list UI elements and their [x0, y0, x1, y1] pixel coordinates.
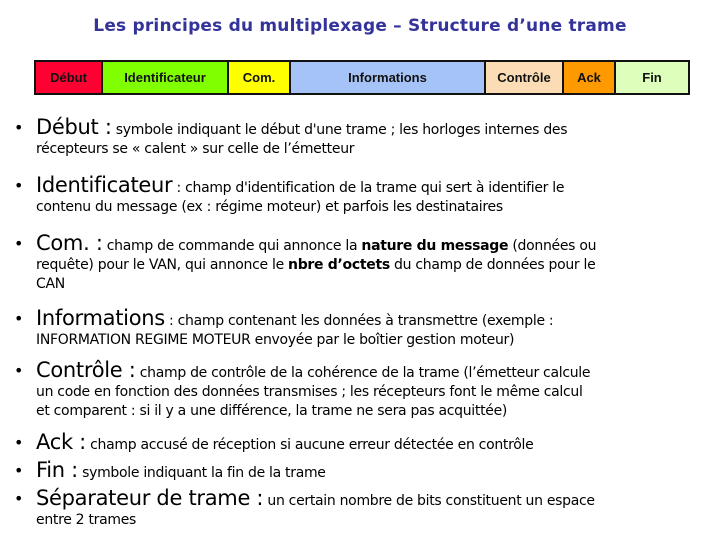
frame-segment-ack: Ack — [564, 62, 616, 93]
description-continued: CAN — [36, 276, 65, 292]
description: champ de contrôle de la cohérence de la … — [135, 365, 591, 381]
term: Ack : — [36, 430, 86, 454]
definition-list: • Début : symbole indiquant le début d'u… — [14, 114, 714, 530]
term: Séparateur de trame : — [36, 486, 264, 510]
term: Com. : — [36, 231, 103, 255]
description-continued: contenu du message (ex : régime moteur) … — [36, 199, 503, 215]
description: un certain nombre de bits constituent un… — [263, 493, 595, 509]
description: champ de commande qui annonce la — [102, 238, 362, 254]
frame-segment-fin: Fin — [616, 62, 688, 93]
term: Identificateur — [36, 173, 173, 197]
list-item-identificateur: • Identificateur : champ d'identificatio… — [14, 172, 714, 230]
description-continued: et comparent : si il y a une différence,… — [36, 403, 508, 419]
frame-segment-com: Com. — [229, 62, 291, 93]
frame-segment-identificateur: Identificateur — [103, 62, 229, 93]
term: Fin : — [36, 458, 78, 482]
bullet-icon: • — [14, 433, 24, 452]
bullet-icon: • — [14, 309, 24, 328]
description-continued: INFORMATION REGIME MOTEUR envoyée par le… — [36, 332, 515, 348]
description-continued: entre 2 trames — [36, 512, 137, 528]
list-item-ack: • Ack : champ accusé de réception si auc… — [14, 429, 714, 457]
description: : champ d'identification de la trame qui… — [172, 180, 565, 196]
description: : champ contenant les données à transmet… — [164, 313, 554, 329]
frame-segment-controle: Contrôle — [486, 62, 564, 93]
list-item-fin: • Fin : symbole indiquant la fin de la t… — [14, 457, 714, 485]
frame-structure-bar: Début Identificateur Com. Informations C… — [34, 60, 690, 95]
bullet-icon: • — [14, 118, 24, 137]
description-continued: requête) pour le VAN, qui annonce le nbr… — [36, 256, 714, 275]
description: du champ de données pour le — [389, 257, 596, 273]
page-title: Les principes du multiplexage – Structur… — [93, 16, 627, 36]
bullet-icon: • — [14, 176, 24, 195]
frame-segment-informations: Informations — [291, 62, 486, 93]
emphasis-nbre-octets: nbre d’octets — [288, 257, 390, 273]
frame-segment-debut: Début — [36, 62, 103, 93]
list-item-controle: • Contrôle : champ de contrôle de la coh… — [14, 357, 714, 429]
description: symbole indiquant la fin de la trame — [77, 465, 326, 481]
description: symbole indiquant le début d'une trame ;… — [111, 122, 568, 138]
bullet-icon: • — [14, 234, 24, 253]
bullet-icon: • — [14, 489, 24, 508]
term: Contrôle : — [36, 358, 136, 382]
list-item-debut: • Début : symbole indiquant le début d'u… — [14, 114, 714, 172]
term: Informations — [36, 306, 165, 330]
bullet-icon: • — [14, 361, 24, 380]
term: Début : — [36, 115, 112, 139]
description: requête) pour le VAN, qui annonce le — [36, 257, 289, 273]
list-item-separateur: • Séparateur de trame : un certain nombr… — [14, 485, 714, 530]
description: champ accusé de réception si aucune erre… — [85, 437, 534, 453]
description-continued: récepteurs se « calent » sur celle de l’… — [36, 141, 355, 157]
list-item-com: • Com. : champ de commande qui annonce l… — [14, 230, 714, 305]
bullet-icon: • — [14, 461, 24, 480]
description-continued: un code en fonction des données transmis… — [36, 384, 583, 400]
description: (données ou — [508, 238, 597, 254]
list-item-informations: • Informations : champ contenant les don… — [14, 305, 714, 357]
emphasis-nature-du-message: nature du message — [361, 238, 509, 254]
